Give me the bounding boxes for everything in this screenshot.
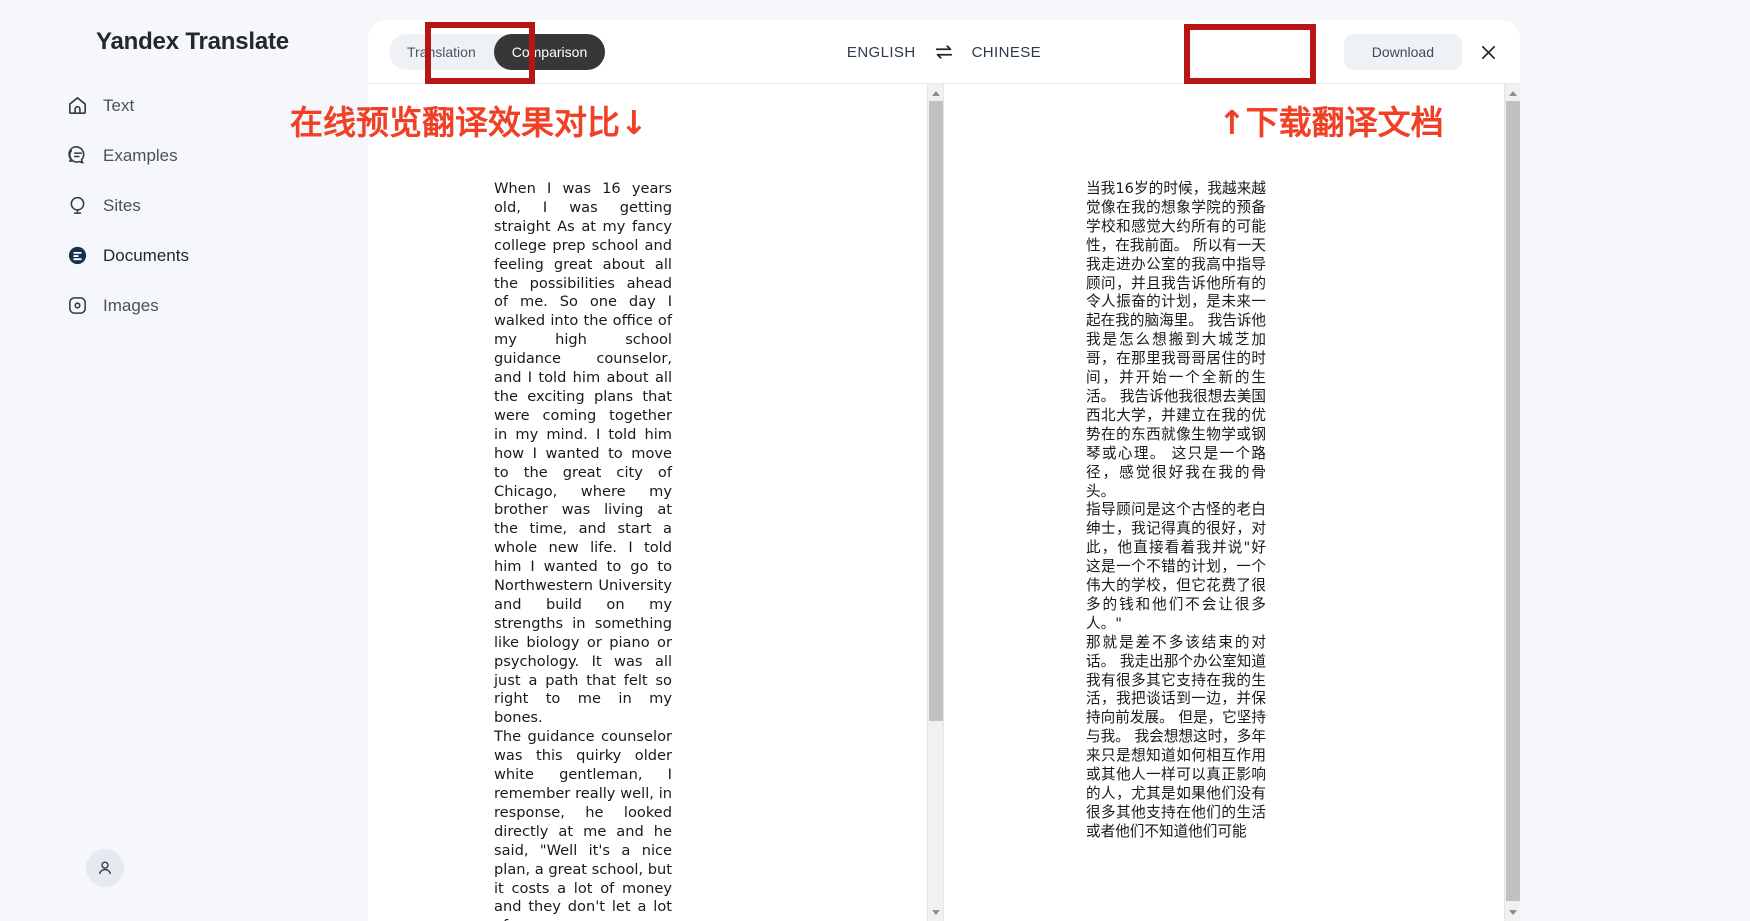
sidebar-item-images[interactable]: Images [66, 288, 159, 322]
view-mode-switcher: Translation Comparison [389, 34, 606, 70]
sidebar-item-sites[interactable]: Sites [66, 188, 141, 222]
source-scrollbar[interactable] [927, 84, 943, 921]
home-icon [66, 94, 89, 117]
document-comparison-dialog: Translation Comparison ENGLISH CHINESE D… [368, 20, 1520, 921]
sidebar-item-label: Text [103, 95, 135, 115]
target-document-text: 当我16岁的时候，我越来越觉像在我的想象学院的预备学校和感觉大约所有的可能性，在… [1086, 180, 1266, 842]
comparison-panes: When I was 16 years old, I was getting s… [368, 84, 1520, 921]
annotation-right: ↑下载翻译文档 [1218, 103, 1444, 142]
sidebar-item-examples[interactable]: Examples [66, 138, 178, 172]
dialog-header: Translation Comparison ENGLISH CHINESE D… [368, 20, 1520, 84]
swap-arrows-icon[interactable] [933, 41, 955, 63]
scroll-down-icon[interactable] [1505, 905, 1520, 919]
target-paragraph: 当我16岁的时候，我越来越觉像在我的想象学院的预备学校和感觉大约所有的可能性，在… [1086, 180, 1266, 500]
scrollbar-thumb[interactable] [929, 101, 943, 721]
target-paragraph: 那就是差不多该结束的对话。 我走出那个办公室知道我有很多其它支持在我的生活，我把… [1086, 633, 1266, 840]
sidebar-item-label: Sites [103, 195, 141, 215]
scroll-down-icon[interactable] [928, 905, 944, 919]
scrollbar-thumb[interactable] [1506, 101, 1520, 901]
source-document-pane: When I was 16 years old, I was getting s… [368, 84, 944, 921]
user-avatar-icon[interactable] [86, 849, 124, 887]
download-button[interactable]: Download [1343, 34, 1462, 70]
document-icon [66, 244, 89, 267]
source-page: When I was 16 years old, I was getting s… [368, 84, 928, 921]
image-icon [66, 294, 89, 317]
sidebar-item-text[interactable]: Text [66, 88, 134, 122]
target-scrollbar[interactable] [1504, 84, 1520, 921]
sidebar-item-label: Examples [103, 145, 178, 165]
source-language-select[interactable]: ENGLISH [847, 44, 916, 61]
target-document-pane: 当我16岁的时候，我越来越觉像在我的想象学院的预备学校和感觉大约所有的可能性，在… [944, 84, 1520, 921]
annotation-left: 在线预览翻译效果对比↓ [290, 103, 648, 142]
target-page: 当我16岁的时候，我越来越觉像在我的想象学院的预备学校和感觉大约所有的可能性，在… [944, 84, 1504, 921]
app-brand-title: Yandex Translate [96, 28, 289, 55]
chat-icon [66, 144, 89, 167]
close-icon[interactable] [1470, 34, 1506, 70]
tab-comparison[interactable]: Comparison [493, 34, 606, 70]
app-root: Yandex Translate Text Examples Sites Doc… [0, 0, 1750, 921]
globe-icon [66, 194, 89, 217]
scroll-up-icon[interactable] [1505, 86, 1520, 100]
target-paragraph: 指导顾问是这个古怪的老白绅士，我记得真的很好，对此，他直接看着我并说"好这是一个… [1086, 501, 1266, 632]
header-actions: Download [1343, 34, 1506, 70]
source-document-text: When I was 16 years old, I was getting s… [494, 180, 672, 921]
source-paragraph: When I was 16 years old, I was getting s… [494, 180, 672, 727]
target-language-select[interactable]: CHINESE [972, 44, 1041, 61]
scroll-up-icon[interactable] [928, 86, 944, 100]
tab-translation[interactable]: Translation [389, 34, 494, 70]
sidebar-item-documents[interactable]: Documents [66, 238, 189, 272]
sidebar-item-label: Images [103, 295, 159, 315]
source-paragraph: The guidance counselor was this quirky o… [494, 728, 672, 921]
sidebar-item-label: Documents [103, 245, 189, 265]
